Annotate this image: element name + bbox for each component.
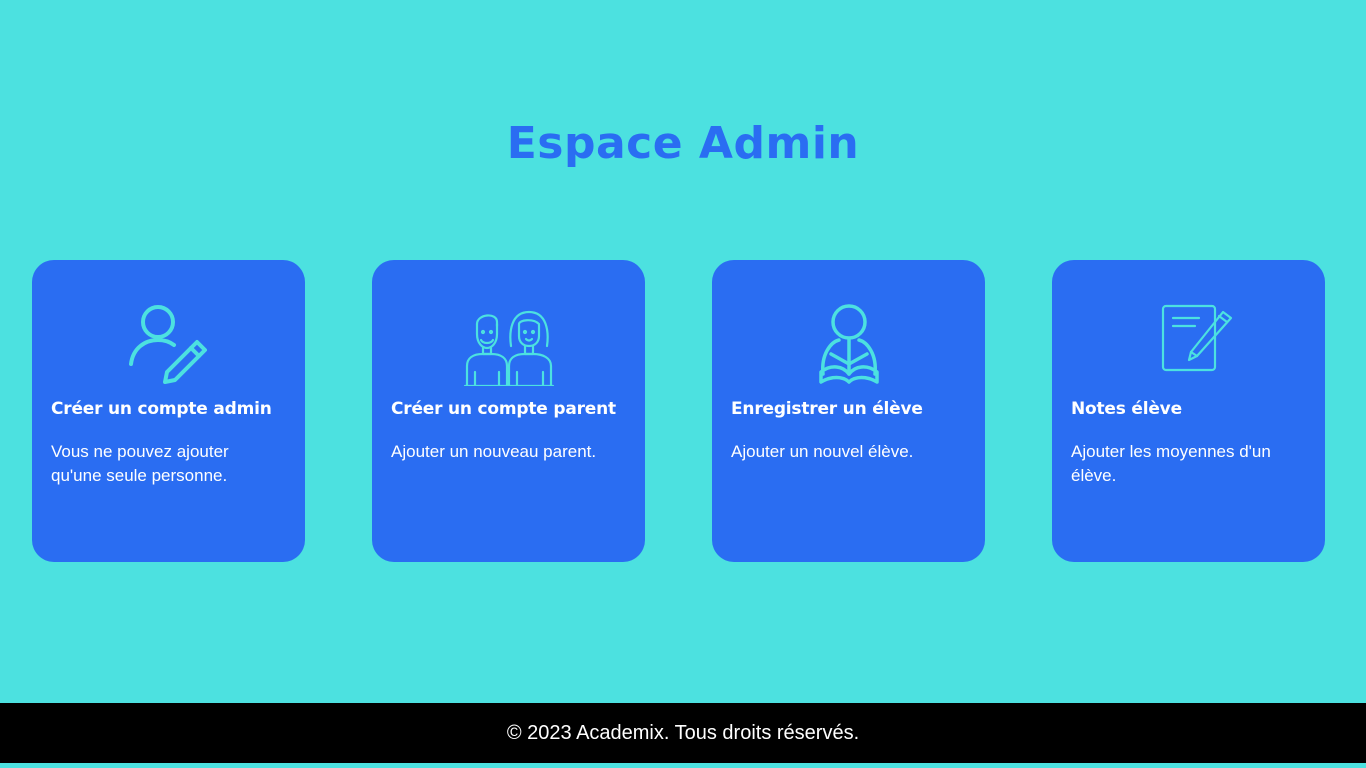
card-description: Ajouter un nouvel élève.: [731, 442, 914, 461]
card-title: Notes élève: [1071, 399, 1182, 419]
card-create-parent[interactable]: Créer un compte parent Ajouter un nouvea…: [372, 260, 645, 562]
card-create-admin[interactable]: Créer un compte admin Vous ne pouvez ajo…: [32, 260, 305, 562]
card-title: Enregistrer un élève: [731, 399, 923, 419]
card-student-grades[interactable]: Notes élève Ajouter les moyennes d'un él…: [1052, 260, 1325, 562]
student-reading-icon: [803, 302, 895, 386]
user-edit-icon: [123, 302, 215, 386]
footer: © 2023 Academix. Tous droits réservés.: [0, 703, 1366, 763]
card-register-student[interactable]: Enregistrer un élève Ajouter un nouvel é…: [712, 260, 985, 562]
card-description: Vous ne pouvez ajouter qu'une seule pers…: [51, 442, 229, 485]
card-title: Créer un compte parent: [391, 399, 616, 419]
page-title: Espace Admin: [506, 118, 860, 169]
footer-copyright: © 2023 Academix. Tous droits réservés.: [506, 721, 860, 744]
parents-couple-icon: [463, 302, 555, 386]
card-title: Créer un compte admin: [51, 399, 272, 419]
admin-page: Espace Admin Créer un compte admin Vous …: [0, 0, 1366, 768]
notes-pencil-icon: [1143, 302, 1235, 386]
bottom-strip: [0, 763, 1366, 768]
card-description: Ajouter les moyennes d'un élève.: [1071, 442, 1271, 485]
card-description: Ajouter un nouveau parent.: [391, 442, 597, 461]
